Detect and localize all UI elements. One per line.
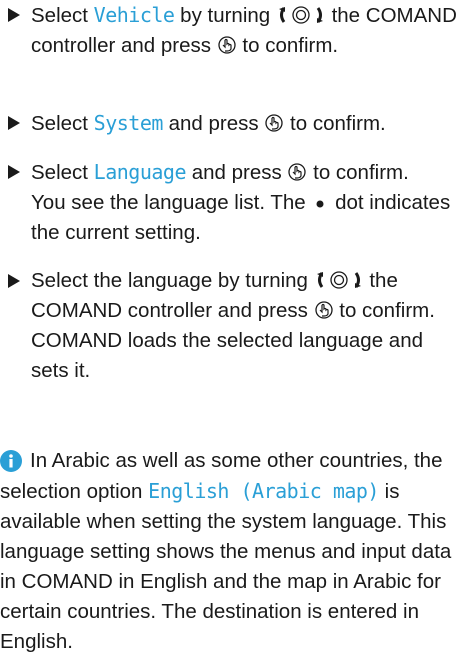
step-select-system: Select System and press to confirm. bbox=[8, 108, 460, 139]
step-text: Select the language by turning the COMAN… bbox=[31, 269, 435, 382]
step-select-language-entry: Select the language by turning the COMAN… bbox=[8, 266, 460, 386]
menu-item-vehicle: Vehicle bbox=[93, 3, 175, 27]
info-note: In Arabic as well as some other countrie… bbox=[0, 446, 462, 657]
step-select-language: Select Language and press to confirm. You… bbox=[8, 157, 460, 248]
controller-press-icon bbox=[288, 163, 307, 181]
step-arrow-icon bbox=[8, 165, 20, 179]
step-arrow-icon bbox=[8, 116, 20, 130]
step-text: Select Language and press to confirm. You… bbox=[31, 160, 451, 244]
controller-turn-icon bbox=[316, 271, 361, 289]
step-text: Select Vehicle by turning the COMAND con… bbox=[31, 3, 457, 57]
controller-press-icon bbox=[265, 114, 283, 132]
note-text: In Arabic as well as some other countrie… bbox=[0, 449, 452, 653]
controller-press-icon bbox=[314, 301, 333, 319]
menu-item-language: Language bbox=[93, 160, 187, 184]
menu-item-system: System bbox=[93, 111, 164, 135]
option-english-arabic-map: English (Arabic map) bbox=[148, 479, 379, 503]
step-arrow-icon bbox=[8, 274, 20, 288]
info-icon bbox=[0, 450, 22, 472]
step-arrow-icon bbox=[8, 8, 20, 22]
step-text: Select System and press to confirm. bbox=[31, 111, 386, 135]
step-result: COMAND loads the selected language and s… bbox=[31, 329, 424, 382]
step-select-vehicle: Select Vehicle by turning the COMAND con… bbox=[8, 0, 460, 61]
manual-page: Select Vehicle by turning the COMAND con… bbox=[0, 0, 465, 656]
filled-dot-icon bbox=[316, 200, 324, 208]
controller-turn-icon bbox=[278, 6, 323, 24]
controller-press-icon bbox=[218, 36, 236, 54]
